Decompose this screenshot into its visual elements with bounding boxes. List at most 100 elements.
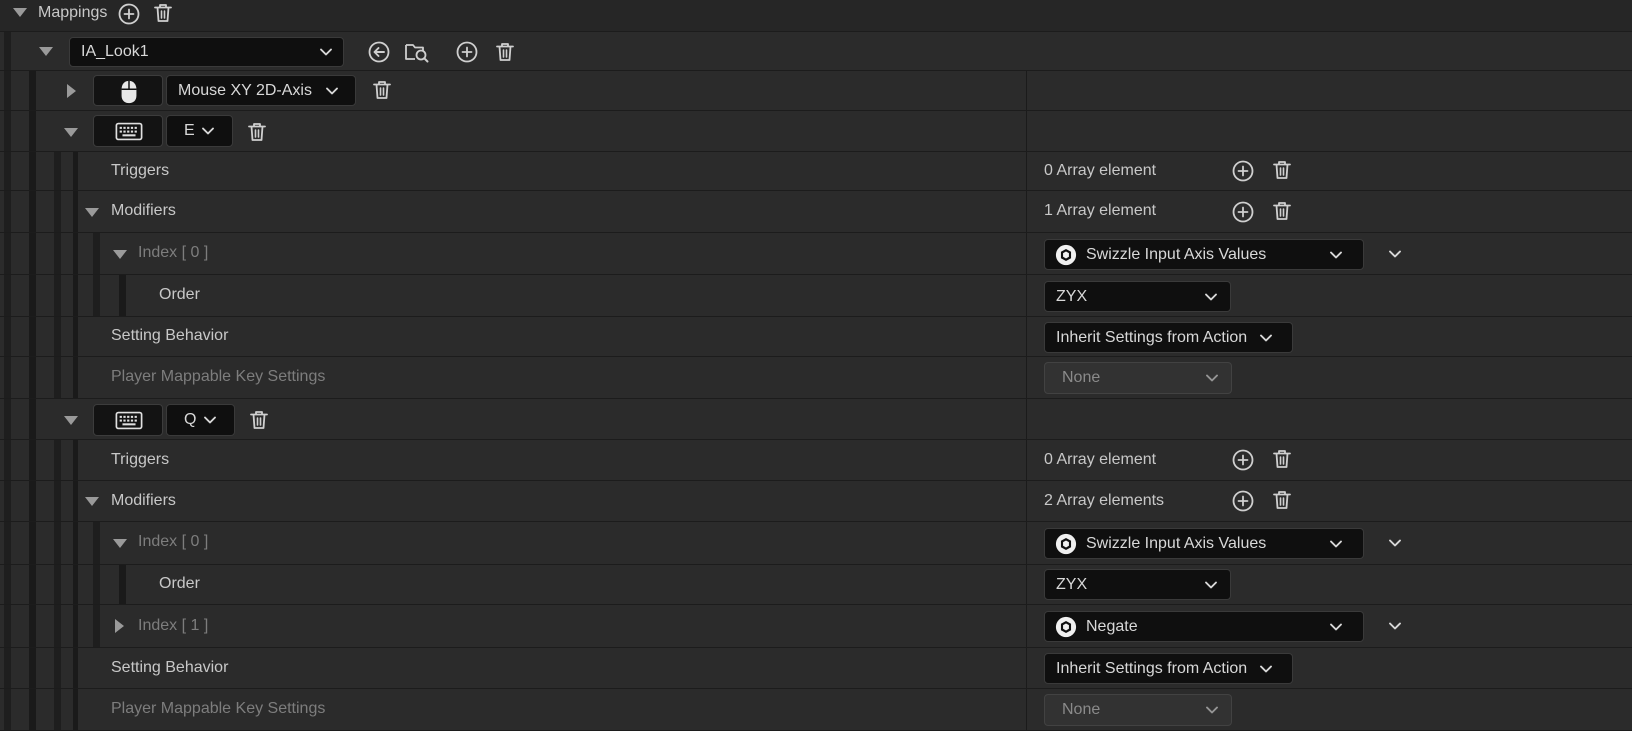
column-divider [1026, 317, 1027, 356]
chevron-down-icon [1328, 619, 1344, 635]
collapse-triangle-icon[interactable] [113, 250, 127, 259]
indent-rail [119, 275, 126, 316]
triggers-row: Triggers 0 Array element [0, 440, 1632, 481]
delete-mapping-icon[interactable] [370, 78, 394, 102]
key-selector-button[interactable] [93, 75, 163, 106]
mapping-q-row: Q [0, 399, 1632, 440]
modifiers-row: Modifiers 2 Array elements [0, 481, 1632, 522]
player-mappable-combo[interactable]: None [1044, 362, 1232, 394]
indent-rail [73, 275, 78, 316]
order-combo[interactable]: ZYX [1044, 569, 1231, 600]
indent-rail [29, 233, 36, 274]
delete-modifiers-icon[interactable] [1270, 199, 1294, 223]
chevron-down-icon [1203, 289, 1219, 305]
add-key-icon[interactable] [455, 40, 479, 64]
key-combo[interactable]: E [166, 115, 233, 147]
add-mapping-icon[interactable] [117, 2, 141, 26]
key-selector-button[interactable] [93, 115, 163, 147]
indent-rail [29, 522, 36, 564]
mapping-mouse-row: Mouse XY 2D-Axis [0, 71, 1632, 111]
indent-rail [54, 648, 61, 688]
order-row: Order ZYX [0, 565, 1632, 605]
expand-triangle-icon[interactable] [67, 84, 76, 98]
indent-rail [29, 565, 36, 604]
indent-rail [54, 152, 61, 190]
setting-behavior-combo[interactable]: Inherit Settings from Action [1044, 322, 1293, 353]
setting-behavior-combo[interactable]: Inherit Settings from Action [1044, 653, 1293, 684]
key-combo[interactable]: Q [166, 404, 235, 436]
order-combo[interactable]: ZYX [1044, 281, 1231, 312]
order-value: ZYX [1056, 287, 1088, 305]
collapse-triangle-icon[interactable] [39, 47, 53, 56]
add-modifier-icon[interactable] [1231, 200, 1255, 224]
player-mappable-row: Player Mappable Key Settings None [0, 689, 1632, 731]
indent-rail [93, 565, 100, 604]
browse-folder-search-icon[interactable] [404, 40, 430, 64]
add-modifier-icon[interactable] [1231, 489, 1255, 513]
indent-rail [4, 689, 11, 730]
input-action-value: IA_Look1 [81, 43, 149, 60]
delete-mapping-icon[interactable] [247, 408, 271, 432]
indent-rail [4, 399, 11, 439]
collapse-triangle-icon[interactable] [64, 128, 78, 137]
collapse-triangle-icon[interactable] [64, 416, 78, 425]
mouse-icon [119, 79, 139, 105]
indent-rail [4, 317, 11, 356]
delete-all-mappings-icon[interactable] [151, 1, 175, 25]
indent-rail [4, 565, 11, 604]
collapse-triangle-icon[interactable] [113, 539, 127, 548]
expand-options-chevron-icon[interactable] [1387, 246, 1403, 262]
player-mappable-value: None [1062, 369, 1101, 386]
chevron-down-icon [1203, 577, 1219, 593]
key-value: Q [184, 411, 197, 428]
expand-triangle-icon[interactable] [115, 619, 124, 633]
chevron-down-icon [200, 123, 216, 139]
column-divider [1026, 689, 1027, 730]
add-trigger-icon[interactable] [1231, 448, 1255, 472]
indent-rail [93, 605, 100, 647]
modifier-index-row: Index [ 0 ] Swizzle Input Axis Values [0, 233, 1632, 275]
indent-rail [4, 357, 11, 398]
triggers-label: Triggers [111, 162, 170, 179]
order-label: Order [159, 286, 200, 303]
key-combo[interactable]: Mouse XY 2D-Axis [166, 75, 356, 106]
order-value: ZYX [1056, 575, 1088, 593]
indent-rail [73, 565, 78, 604]
indent-rail [73, 689, 78, 730]
modifier-index-row: Index [ 0 ] Swizzle Input Axis Values [0, 522, 1632, 565]
indent-rail [29, 71, 36, 110]
indent-rail [54, 689, 61, 730]
keyboard-icon [115, 410, 143, 431]
mappings-header-row: Mappings [0, 0, 1632, 32]
column-divider [1026, 357, 1027, 398]
modifier-class-combo[interactable]: Swizzle Input Axis Values [1044, 528, 1364, 559]
collapse-triangle-icon[interactable] [85, 497, 99, 506]
indent-rail [73, 440, 78, 480]
input-action-combo[interactable]: IA_Look1 [69, 37, 344, 67]
collapse-triangle-icon[interactable] [13, 8, 27, 17]
delete-triggers-icon[interactable] [1270, 447, 1294, 471]
add-trigger-icon[interactable] [1231, 159, 1255, 183]
indent-rail [4, 32, 11, 70]
indent-rail [73, 522, 78, 564]
key-selector-button[interactable] [93, 404, 163, 436]
delete-action-icon[interactable] [493, 40, 517, 64]
triggers-count: 0 Array element [1044, 451, 1157, 468]
delete-triggers-icon[interactable] [1270, 158, 1294, 182]
collapse-triangle-icon[interactable] [85, 208, 99, 217]
expand-options-chevron-icon[interactable] [1387, 618, 1403, 634]
modifier-class-combo[interactable]: Swizzle Input Axis Values [1044, 239, 1364, 270]
modifiers-row: Modifiers 1 Array element [0, 191, 1632, 233]
expand-options-chevron-icon[interactable] [1387, 535, 1403, 551]
indent-rail [29, 275, 36, 316]
player-mappable-combo[interactable]: None [1044, 694, 1232, 726]
indent-rail [29, 191, 36, 232]
indent-rail [54, 440, 61, 480]
use-selected-back-icon[interactable] [367, 40, 391, 64]
modifier-class-combo[interactable]: Negate [1044, 611, 1364, 642]
delete-modifiers-icon[interactable] [1270, 488, 1294, 512]
column-divider [1026, 399, 1027, 439]
chevron-down-icon [202, 412, 218, 428]
delete-mapping-icon[interactable] [245, 120, 269, 144]
indent-rail [73, 152, 78, 190]
